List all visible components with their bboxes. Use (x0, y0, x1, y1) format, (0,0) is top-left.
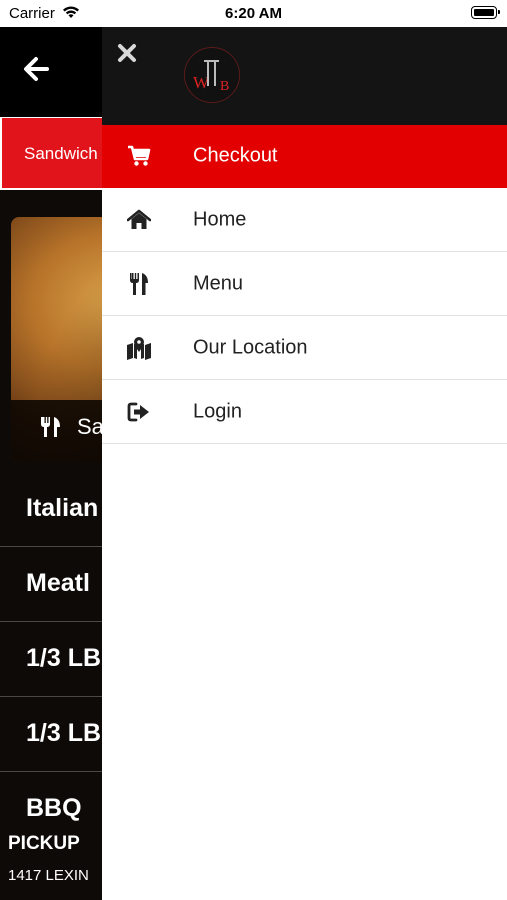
menu-item-checkout[interactable]: Checkout (102, 125, 507, 188)
map-location-icon (126, 336, 152, 360)
utensils-icon (126, 272, 152, 296)
sign-in-icon (126, 400, 152, 424)
close-icon[interactable] (116, 42, 138, 69)
list-item-label: Meatl (26, 569, 90, 597)
menu-item-home[interactable]: Home (102, 188, 507, 252)
card-label: Sa (77, 414, 104, 439)
pickup-title: PICKUP (8, 833, 80, 854)
list-item-label: 1/3 LB (26, 719, 102, 747)
menu-item-label: Our Location (193, 336, 308, 358)
home-icon (126, 208, 152, 232)
cart-icon (126, 144, 152, 168)
list-item-label: Italian (26, 494, 99, 522)
brand-logo: W B (184, 47, 240, 103)
status-bar: Carrier 6:20 AM (0, 0, 507, 27)
menu-item-label: Login (193, 400, 242, 422)
list-item-label: 1/3 LB (26, 644, 102, 672)
menu-item-label: Home (193, 208, 247, 230)
list-item-label: BBQ (26, 794, 82, 822)
battery-icon (471, 6, 500, 19)
menu-item-our-location[interactable]: Our Location (102, 316, 507, 380)
utensils-icon (39, 415, 63, 444)
menu-item-login[interactable]: Login (102, 380, 507, 444)
clock: 6:20 AM (225, 5, 282, 22)
drawer-header: W B (102, 27, 507, 125)
menu-item-label: Checkout (193, 144, 278, 167)
side-drawer: W B Checkout Home Menu Our Location Logi… (102, 27, 507, 900)
tab-label: Sandwich (24, 144, 98, 163)
svg-text:B: B (220, 79, 229, 94)
pickup-address: 1417 LEXIN (8, 867, 89, 884)
back-arrow-icon[interactable] (22, 55, 50, 88)
menu-item-menu[interactable]: Menu (102, 252, 507, 316)
drawer-menu: Checkout Home Menu Our Location Login (102, 125, 507, 444)
menu-item-label: Menu (193, 272, 244, 294)
